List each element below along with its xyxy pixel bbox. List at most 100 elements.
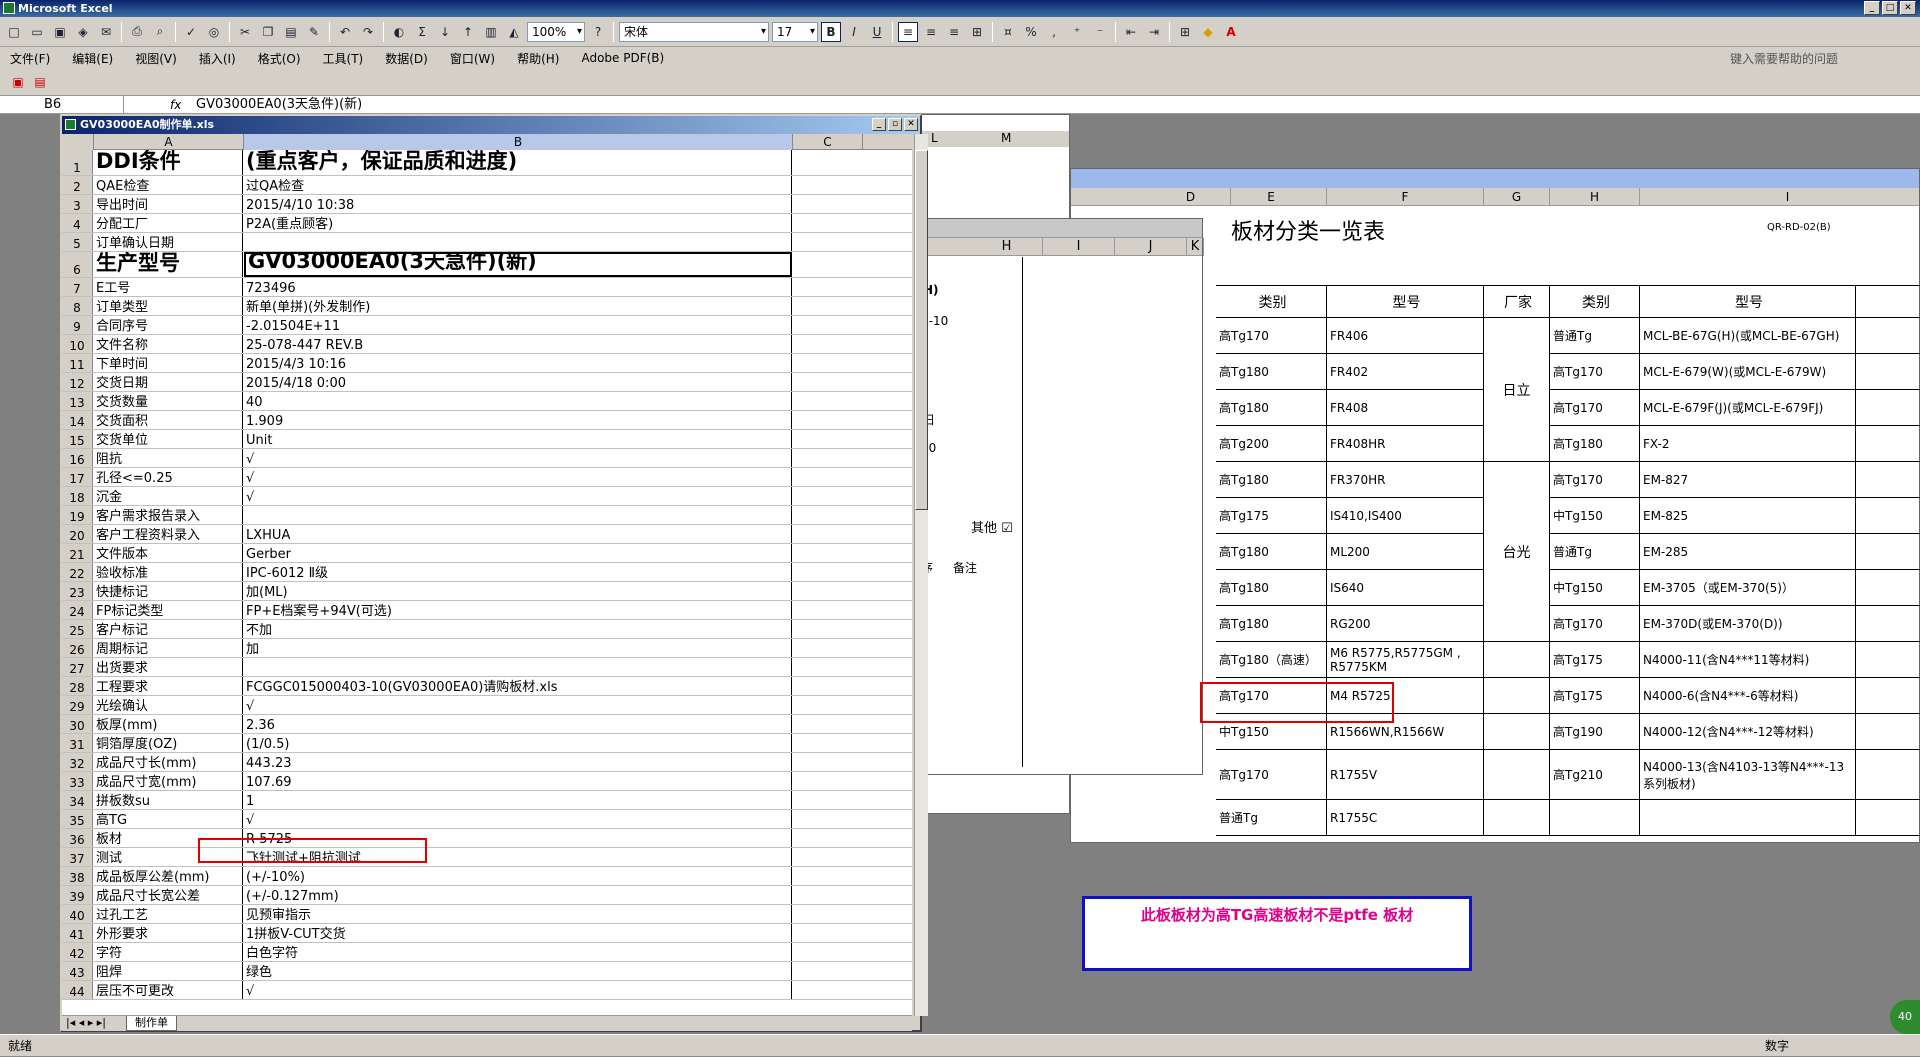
name-box[interactable]: B6 [0, 96, 124, 114]
new-icon[interactable]: □ [4, 22, 24, 42]
table-cell[interactable]: 高Tg180 [1216, 606, 1327, 641]
cell-field-value[interactable]: Gerber [244, 544, 792, 562]
cell-field-name[interactable]: DDI条件 [94, 150, 243, 175]
table-header-cell[interactable]: 型号 [1327, 286, 1484, 317]
table-cell[interactable]: IS640 [1327, 570, 1484, 605]
cell-field-value[interactable]: 不加 [244, 620, 792, 638]
cell-field-value[interactable]: 443.23 [244, 753, 792, 771]
minimize-button[interactable]: _ [1864, 1, 1880, 15]
table-cell[interactable]: FR408 [1327, 390, 1484, 425]
cell-field-name[interactable]: 文件版本 [94, 544, 243, 562]
cell-field-name[interactable]: 订单确认日期 [94, 233, 243, 251]
table-cell[interactable]: 高Tg175 [1550, 642, 1640, 677]
cell-field-name[interactable]: FP标记类型 [94, 601, 243, 619]
formula-input[interactable]: GV03000EA0(3天急件)(新) [196, 96, 362, 114]
float-badge[interactable]: 40 [1890, 1000, 1920, 1034]
cell-field-value[interactable]: 加(ML) [244, 582, 792, 600]
table-header-cell[interactable]: 型号 [1640, 286, 1856, 317]
table-cell[interactable]: R1755V [1327, 750, 1484, 799]
cell-field-value[interactable]: LXHUA [244, 525, 792, 543]
cell-field-name[interactable]: 快捷标记 [94, 582, 243, 600]
row-header[interactable]: 3 [62, 195, 93, 213]
cell-field-name[interactable]: 沉金 [94, 487, 243, 505]
menu-data[interactable]: 数据(D) [385, 50, 428, 67]
align-center-icon[interactable]: ≡ [921, 22, 941, 42]
cell-field-name[interactable]: 过孔工艺 [94, 905, 243, 923]
row-header[interactable]: 26 [62, 639, 93, 657]
table-cell[interactable]: FR370HR [1327, 462, 1484, 497]
cell-field-value[interactable]: 723496 [244, 278, 792, 296]
row-header[interactable]: 43 [62, 962, 93, 980]
cell-field-value[interactable]: √ [244, 696, 792, 714]
cell-field-name[interactable]: 交货面积 [94, 411, 243, 429]
row-header[interactable]: 38 [62, 867, 93, 885]
save-icon[interactable]: ▣ [50, 22, 70, 42]
table-cell[interactable]: IS410,IS400 [1327, 498, 1484, 533]
outdent-icon[interactable]: ⇤ [1121, 22, 1141, 42]
other-checkbox[interactable]: 其他 ☑ [971, 517, 1013, 536]
cell-field-name[interactable]: 拼板数su [94, 791, 243, 809]
row-header[interactable]: 12 [62, 373, 93, 391]
table-cell[interactable]: EM-825 [1640, 498, 1856, 533]
cell-field-value[interactable]: 2015/4/18 0:00 [244, 373, 792, 391]
cell-field-name[interactable]: 出货要求 [94, 658, 243, 676]
table-cell[interactable]: 高Tg170 [1550, 354, 1640, 389]
pdf-convert-icon[interactable]: ▣ [8, 72, 28, 92]
row-header[interactable]: 2 [62, 176, 93, 194]
email-icon[interactable]: ✉ [96, 22, 116, 42]
table-cell[interactable]: R1755C [1327, 800, 1484, 835]
col-header[interactable]: G [1484, 188, 1550, 206]
decrease-decimal-icon[interactable]: ⁻ [1090, 22, 1110, 42]
menu-tools[interactable]: 工具(T) [323, 50, 364, 67]
table-cell[interactable]: 高Tg170 [1550, 606, 1640, 641]
table-cell[interactable]: M6 R5775,R5775GM , R5775KM [1327, 642, 1484, 677]
cell-field-name[interactable]: 文件名称 [94, 335, 243, 353]
cell-field-value[interactable]: 新单(单拼)(外发制作) [244, 297, 792, 315]
table-cell[interactable]: N4000-13(含N4103-13等N4***-13系列板材) [1640, 750, 1856, 799]
bold-icon[interactable]: B [821, 21, 841, 42]
cell-field-name[interactable]: E工号 [94, 278, 243, 296]
row-header[interactable]: 42 [62, 943, 93, 961]
col-header-b[interactable]: B [244, 134, 793, 150]
maximize-button[interactable]: □ [1882, 1, 1898, 15]
row-header[interactable]: 10 [62, 335, 93, 353]
table-cell[interactable]: MCL-E-679(W)(或MCL-E-679W) [1640, 354, 1856, 389]
menu-help[interactable]: 帮助(H) [517, 50, 559, 67]
cut-icon[interactable]: ✂ [235, 22, 255, 42]
table-header-cell[interactable]: 类别 [1216, 286, 1327, 317]
cell-field-value[interactable]: GV03000EA0(3天急件)(新) [244, 252, 792, 277]
cell-field-value[interactable]: FP+E档案号+94V(可选) [244, 601, 792, 619]
cell-field-value[interactable]: 1 [244, 791, 792, 809]
table-cell[interactable]: 中Tg150 [1550, 570, 1640, 605]
row-header[interactable]: 34 [62, 791, 93, 809]
table-cell[interactable]: 高Tg170 [1216, 318, 1327, 353]
cell-field-name[interactable]: 客户需求报告录入 [94, 506, 243, 524]
indent-icon[interactable]: ⇥ [1144, 22, 1164, 42]
table-cell[interactable]: 高Tg180（高速） [1216, 642, 1327, 677]
menu-adobe-pdf[interactable]: Adobe PDF(B) [581, 51, 664, 65]
scroll-thumb[interactable] [915, 150, 928, 510]
minimize-button[interactable]: _ [872, 118, 886, 131]
cell-field-value[interactable]: 绿色 [244, 962, 792, 980]
sort-desc-icon[interactable]: ↑ [458, 22, 478, 42]
table-cell[interactable]: EM-827 [1640, 462, 1856, 497]
underline-icon[interactable]: U [867, 22, 887, 42]
cell-field-value[interactable]: (+/-10%) [244, 867, 792, 885]
table-cell[interactable]: 高Tg210 [1550, 750, 1640, 799]
cell-field-value[interactable]: 2.36 [244, 715, 792, 733]
col-header[interactable]: F [1327, 188, 1484, 206]
table-cell[interactable]: 普通Tg [1550, 534, 1640, 569]
sheet-grid[interactable]: 1 DDI条件 (重点客户，保证品质和进度) 2 QAE检查 过QA检查 3 导出时间 2015… [62, 150, 912, 1015]
table-cell[interactable]: EM-285 [1640, 534, 1856, 569]
cell-field-value[interactable]: 40 [244, 392, 792, 410]
preview-icon[interactable]: ⌕ [150, 22, 170, 42]
cell-field-value[interactable]: 107.69 [244, 772, 792, 790]
menu-insert[interactable]: 插入(I) [199, 50, 236, 67]
col-header[interactable]: E [1216, 188, 1327, 206]
table-cell[interactable] [1640, 800, 1856, 835]
row-header[interactable]: 31 [62, 734, 93, 752]
col-header[interactable]: K [1187, 238, 1204, 256]
tab-nav-icon[interactable]: |◂ ◂ ▸ ▸| [66, 1016, 106, 1029]
sort-asc-icon[interactable]: ↓ [435, 22, 455, 42]
help-icon[interactable]: ? [588, 22, 608, 42]
